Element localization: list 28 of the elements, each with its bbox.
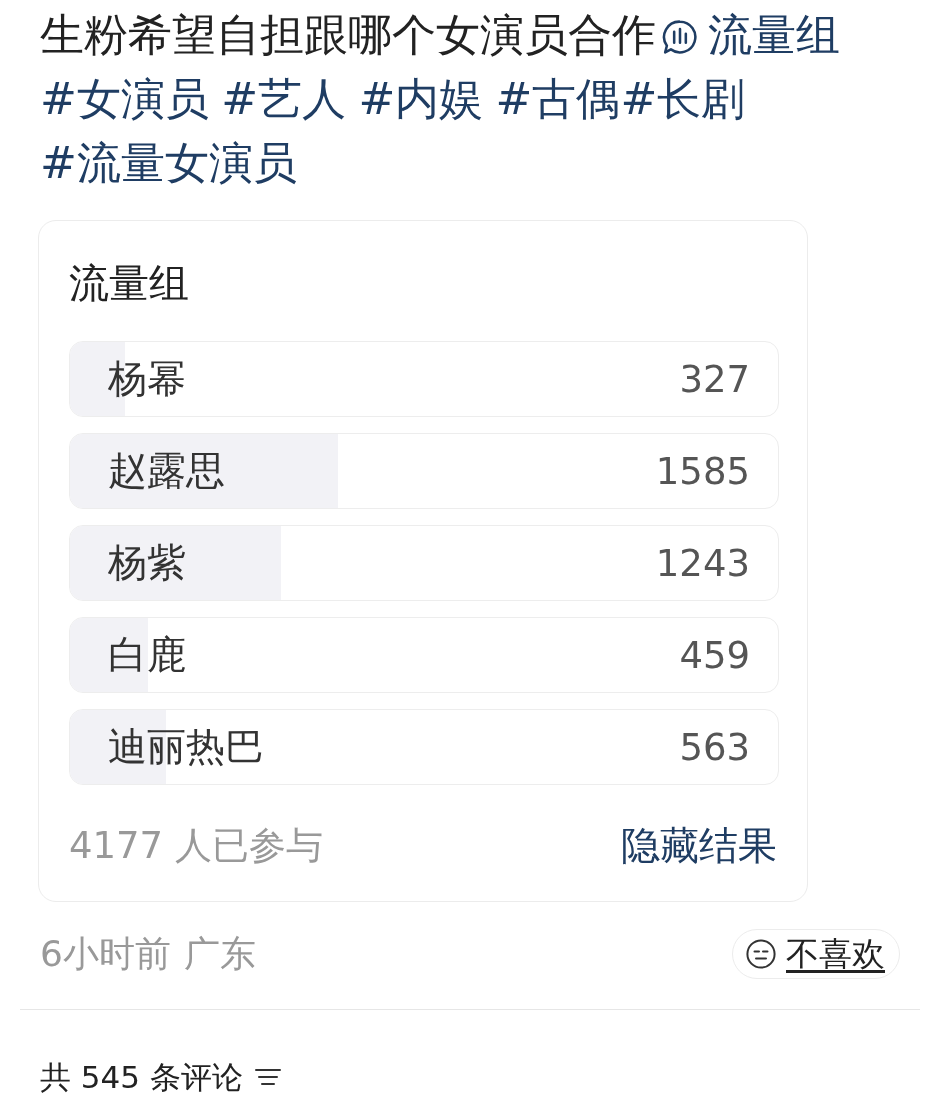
vote-count: 563: [679, 725, 750, 769]
vote-count: 327: [679, 357, 750, 401]
option-name: 赵露思: [108, 447, 225, 495]
poll-link[interactable]: 流量组: [656, 9, 840, 60]
post-time: 6小时前: [40, 932, 171, 974]
poll-icon: [662, 19, 698, 55]
post-location: 广东: [183, 932, 256, 974]
comment-count: 共 545 条评论: [40, 1058, 243, 1097]
hashtag-link[interactable]: #流量女演员: [40, 137, 297, 188]
option-name: 杨紫: [108, 539, 186, 587]
option-name: 杨幂: [108, 355, 186, 403]
hashtag-link[interactable]: #长剧: [620, 73, 746, 124]
hashtag-link[interactable]: #内娱: [358, 73, 484, 124]
poll-title: 流量组: [69, 259, 190, 307]
vote-count: 1585: [655, 449, 750, 493]
hashtag-link[interactable]: #女演员: [40, 73, 209, 124]
dislike-button[interactable]: 不喜欢: [732, 929, 900, 979]
neutral-face-icon: [746, 939, 776, 969]
vote-count: 1243: [655, 541, 750, 585]
participants-count: 4177 人已参与: [69, 823, 323, 869]
vote-count: 459: [679, 633, 750, 677]
hide-results-link[interactable]: 隐藏结果: [621, 821, 779, 871]
hashtag-link[interactable]: #艺人: [221, 73, 347, 124]
hashtag-link[interactable]: #古偶: [495, 73, 621, 124]
option-name: 白鹿: [108, 631, 186, 679]
post-title: 生粉希望自担跟哪个女演员合作: [40, 9, 656, 60]
option-name: 迪丽热巴: [108, 723, 264, 771]
sort-icon[interactable]: [254, 1068, 281, 1086]
